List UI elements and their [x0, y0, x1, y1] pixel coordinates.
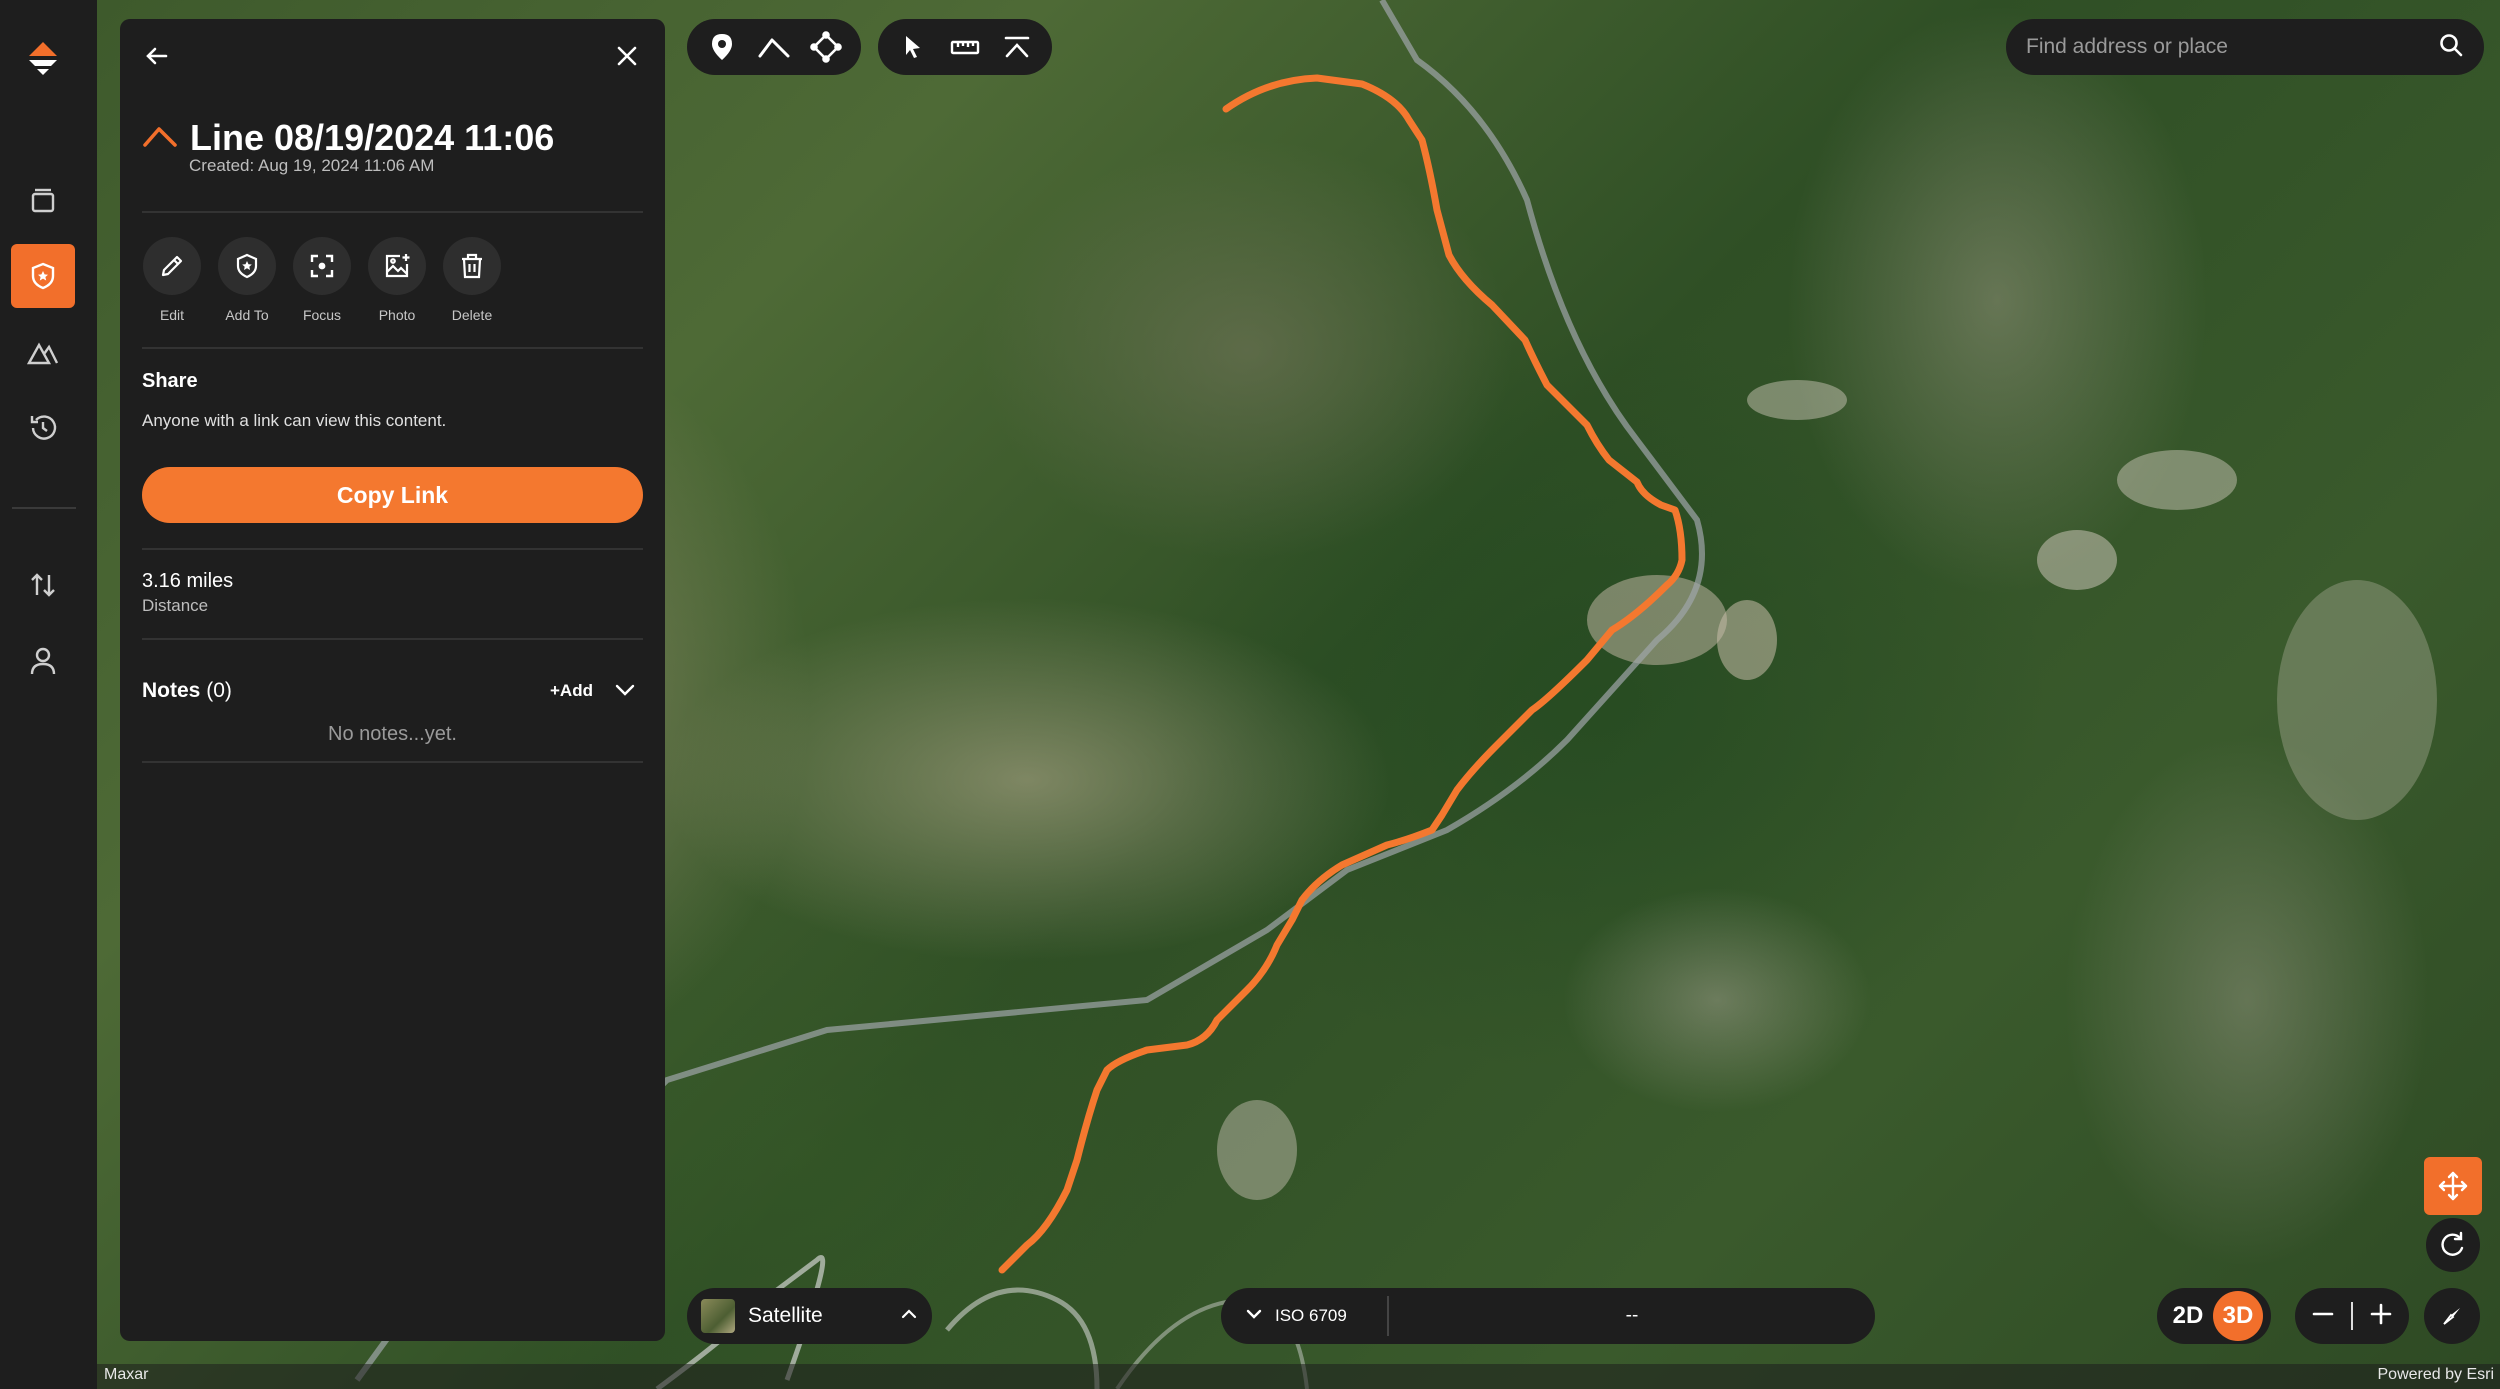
notes-title: Notes (0): [142, 679, 232, 703]
edit-button[interactable]: Edit: [142, 237, 202, 323]
ruler-icon[interactable]: [942, 23, 988, 71]
measure-toolbar: [878, 19, 1052, 75]
terrain-icon[interactable]: [11, 320, 75, 384]
add-photo-icon: [368, 237, 426, 295]
pencil-icon: [143, 237, 201, 295]
area-icon[interactable]: [803, 23, 849, 71]
esri-attribution[interactable]: Powered by Esri: [2378, 1366, 2495, 1384]
attribution-bar: [97, 1364, 2500, 1389]
distance-value: 3.16 miles: [142, 570, 234, 592]
basemap-name: Satellite: [748, 1304, 823, 1327]
shield-icon[interactable]: [11, 244, 75, 308]
line-detail-panel: Line 08/19/2024 11:06 Created: Aug 19, 2…: [120, 19, 665, 1341]
distance-label: Distance: [142, 596, 209, 615]
add-note-button[interactable]: +Add: [550, 681, 593, 701]
notes-empty-state: No notes...yet.: [328, 723, 457, 745]
user-icon[interactable]: [11, 629, 75, 693]
search-input[interactable]: [2026, 35, 2438, 59]
chevron-up-icon: [900, 1307, 918, 1325]
action-label: Add To: [225, 307, 269, 323]
divider: [142, 548, 643, 550]
close-icon[interactable]: [607, 36, 647, 76]
divider: [142, 211, 643, 213]
logo-icon[interactable]: [11, 26, 75, 90]
divider: [2351, 1302, 2353, 1330]
action-label: Photo: [378, 307, 416, 323]
title-row: Line 08/19/2024 11:06: [142, 117, 554, 159]
coordinate-value: --: [1625, 1305, 1639, 1326]
action-bar: Edit Add To Focus Photo Delete: [142, 237, 502, 323]
elevation-profile-icon[interactable]: [994, 23, 1040, 71]
trash-icon: [443, 237, 501, 295]
basemap-thumbnail: [701, 1299, 735, 1333]
view-2d-button[interactable]: 2D: [2163, 1291, 2213, 1341]
action-label: Focus: [302, 307, 342, 323]
pan-mode-icon[interactable]: [2424, 1157, 2482, 1215]
left-nav: [0, 0, 97, 1389]
view-mode-toggle: 2D 3D: [2157, 1288, 2271, 1344]
rotate-mode-icon[interactable]: [2426, 1218, 2480, 1272]
line-icon[interactable]: [751, 23, 797, 71]
divider: [142, 347, 643, 349]
zoom-in-icon[interactable]: [2369, 1302, 2393, 1331]
share-title: Share: [142, 370, 198, 392]
copy-link-button[interactable]: Copy Link: [142, 467, 643, 523]
imagery-attribution: Maxar: [104, 1366, 149, 1383]
chevron-down-icon[interactable]: [1245, 1307, 1263, 1325]
zoom-out-icon[interactable]: [2311, 1302, 2335, 1331]
action-label: Edit: [159, 307, 185, 323]
delete-button[interactable]: Delete: [442, 237, 502, 323]
photo-button[interactable]: Photo: [367, 237, 427, 323]
basemap-selector[interactable]: Satellite: [687, 1288, 932, 1344]
zoom-controls: [2295, 1288, 2409, 1344]
waypoint-icon[interactable]: [699, 23, 745, 71]
compass-icon[interactable]: [2424, 1288, 2480, 1344]
add-to-button[interactable]: Add To: [217, 237, 277, 323]
notes-count: (0): [206, 679, 232, 702]
coordinate-readout: ISO 6709 --: [1221, 1288, 1875, 1344]
select-cursor-icon[interactable]: [890, 23, 936, 71]
notes-label: Notes: [142, 679, 201, 702]
history-icon[interactable]: [11, 396, 75, 460]
layers-icon[interactable]: [11, 168, 75, 232]
share-description: Anyone with a link can view this content…: [142, 411, 447, 430]
divider: [142, 638, 643, 640]
view-3d-button[interactable]: 3D: [2213, 1291, 2263, 1341]
focus-button[interactable]: Focus: [292, 237, 352, 323]
coordinate-system[interactable]: ISO 6709: [1275, 1306, 1375, 1326]
page-title: Line 08/19/2024 11:06: [190, 117, 555, 158]
action-label: Delete: [451, 307, 493, 323]
divider: [142, 761, 643, 763]
track-line: [998, 74, 1686, 1274]
line-type-icon: [142, 124, 178, 153]
import-export-icon[interactable]: [11, 553, 75, 617]
created-date: Created: Aug 19, 2024 11:06 AM: [189, 156, 435, 175]
back-arrow-icon[interactable]: [137, 36, 177, 76]
chevron-down-icon[interactable]: [610, 675, 640, 705]
search-icon[interactable]: [2438, 32, 2464, 63]
focus-icon: [293, 237, 351, 295]
shield-star-icon: [218, 237, 276, 295]
draw-toolbar: [687, 19, 861, 75]
nav-divider: [12, 507, 76, 509]
search-bar: [2006, 19, 2484, 75]
